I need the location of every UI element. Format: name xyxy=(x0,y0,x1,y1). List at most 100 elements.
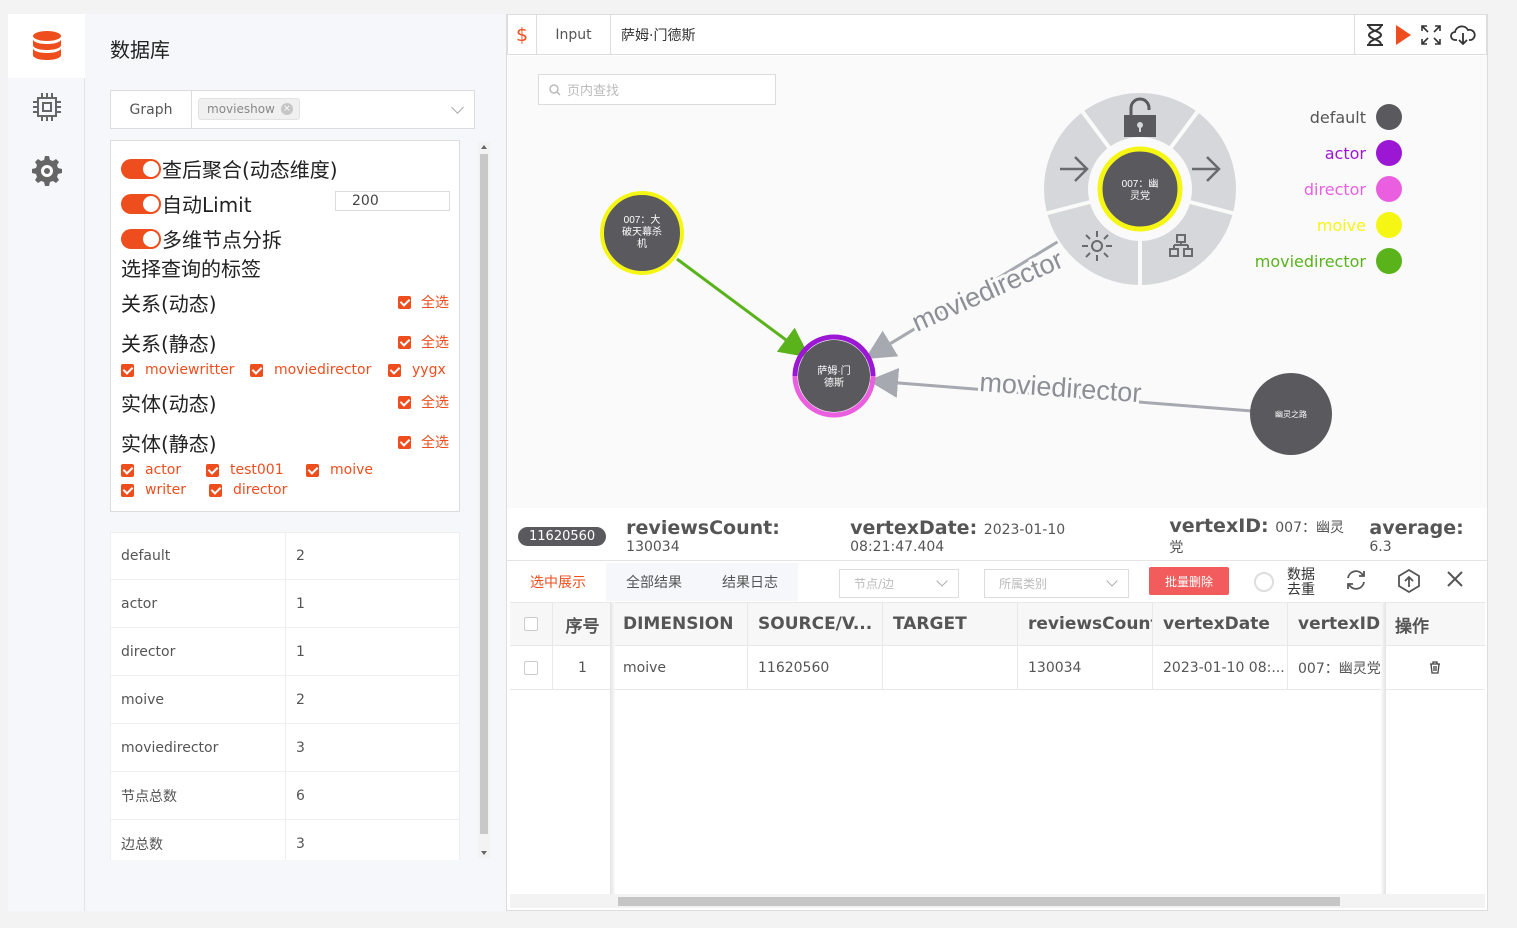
count-value: 2 xyxy=(296,691,305,708)
checkbox[interactable] xyxy=(206,463,219,477)
panel-scrollbar[interactable] xyxy=(478,142,490,858)
toggle-aggregate[interactable]: 查后聚合(动态维度) xyxy=(121,154,338,183)
close-icon[interactable]: × xyxy=(280,103,293,115)
legend-label: default xyxy=(1309,107,1366,127)
graph-label: Graph xyxy=(111,91,192,128)
node-label: 007：大 xyxy=(624,213,661,226)
node-director[interactable]: 萨姆·门 德斯 xyxy=(792,334,876,418)
checkbox[interactable] xyxy=(209,483,222,497)
checkbox[interactable] xyxy=(398,395,411,409)
split-switch[interactable] xyxy=(121,228,161,249)
scroll-thumb[interactable] xyxy=(480,154,488,834)
node-radial-menu[interactable]: 007：幽 灵党 xyxy=(1042,91,1238,287)
col-header[interactable]: vertexID xyxy=(1288,603,1385,645)
table-row[interactable]: 1 moive 11620560 130034 2023-01-10 08:..… xyxy=(510,646,1485,690)
detail-reviews: reviewsCount: 130034 xyxy=(626,517,780,555)
checkbox[interactable] xyxy=(398,295,411,309)
toggle-auto-limit[interactable]: 自动Limit xyxy=(121,189,252,218)
database-nav[interactable] xyxy=(8,14,85,78)
row-checkbox[interactable] xyxy=(524,660,538,675)
node-edge-select[interactable]: 节点/边 xyxy=(839,569,959,598)
query-input[interactable]: 萨姆·门德斯 xyxy=(611,15,1355,54)
result-table: 序号 DIMENSION SOURCE/V... TARGET reviewsC… xyxy=(510,602,1485,690)
refresh-icon[interactable] xyxy=(1345,569,1367,591)
node-detail: 11620560 reviewsCount: 130034 vertexDate… xyxy=(507,512,1487,560)
checkbox[interactable] xyxy=(121,463,134,477)
table-row: 节点总数 6 xyxy=(110,772,460,820)
legend-moive[interactable]: moive xyxy=(1317,212,1402,238)
input-tab[interactable]: Input xyxy=(537,15,611,54)
auto-limit-switch[interactable] xyxy=(121,193,161,214)
count-key: default xyxy=(111,533,286,579)
graph-select[interactable]: Graph movieshow × xyxy=(110,90,475,129)
close-icon[interactable] xyxy=(1445,569,1465,589)
node-id-badge: 11620560 xyxy=(518,526,607,546)
dedup-toggle[interactable] xyxy=(1254,572,1274,592)
upload-hex-icon[interactable] xyxy=(1397,569,1421,593)
tab-result-log[interactable]: 结果日志 xyxy=(702,563,798,601)
limit-input[interactable]: 200 xyxy=(335,191,450,211)
run-icon[interactable] xyxy=(1394,24,1412,46)
checkbox[interactable] xyxy=(121,483,134,497)
col-header[interactable]: 序号 xyxy=(553,603,613,645)
hourglass-icon[interactable] xyxy=(1365,23,1385,46)
checkbox[interactable] xyxy=(250,363,263,377)
legend-actor[interactable]: actor xyxy=(1325,140,1402,166)
toggle-split[interactable]: 多维节点分拆 xyxy=(121,224,282,253)
ent-static-select-all[interactable]: 全选 xyxy=(398,432,449,452)
col-header[interactable]: SOURCE/V... xyxy=(748,603,883,645)
col-header[interactable]: DIMENSION xyxy=(613,603,748,645)
ent-actor[interactable]: actor xyxy=(121,462,181,478)
legend-director[interactable]: director xyxy=(1304,176,1402,202)
table-hscrollbar[interactable] xyxy=(510,894,1485,908)
edge-green[interactable] xyxy=(676,257,810,358)
hscroll-thumb[interactable] xyxy=(618,897,1340,906)
tab-selected[interactable]: 选中展示 xyxy=(510,563,606,601)
query-dollar[interactable]: $ xyxy=(508,15,537,54)
select-all-label: 全选 xyxy=(421,335,449,351)
scroll-down-icon[interactable] xyxy=(481,851,487,855)
legend-moviedirector[interactable]: moviedirector xyxy=(1255,248,1402,274)
checkbox[interactable] xyxy=(398,435,411,449)
checkbox[interactable] xyxy=(388,363,401,377)
rel-label: moviewritter xyxy=(145,362,235,378)
cell: 11620560 xyxy=(748,646,883,689)
ent-moive[interactable]: moive xyxy=(306,462,373,478)
settings-nav[interactable] xyxy=(8,154,85,188)
col-header[interactable]: TARGET xyxy=(883,603,1018,645)
checkbox[interactable] xyxy=(306,463,319,477)
rel-static-select-all[interactable]: 全选 xyxy=(398,332,449,352)
count-key: director xyxy=(111,628,286,675)
rel-dynamic-select-all[interactable]: 全选 xyxy=(398,292,449,312)
select-all-checkbox[interactable] xyxy=(524,617,538,631)
table-row: moviedirector 3 xyxy=(110,724,460,772)
category-select[interactable]: 所属类别 xyxy=(984,569,1129,598)
select-placeholder: 所属类别 xyxy=(999,577,1048,591)
ent-director[interactable]: director xyxy=(209,482,287,498)
col-header[interactable]: reviewsCount xyxy=(1018,603,1153,645)
rel-yygx[interactable]: yygx xyxy=(388,362,446,378)
tab-all-results[interactable]: 全部结果 xyxy=(606,563,702,601)
legend-default[interactable]: default xyxy=(1310,104,1402,130)
checkbox[interactable] xyxy=(121,363,134,377)
cloud-download-icon[interactable] xyxy=(1449,24,1476,46)
batch-delete-button[interactable]: 批量删除 xyxy=(1149,567,1229,595)
graph-canvas[interactable]: 页内查找 moviedirector moviedirector 007：大 破… xyxy=(507,56,1487,508)
fullscreen-icon[interactable] xyxy=(1421,24,1441,45)
rel-moviewritter[interactable]: moviewritter xyxy=(121,362,234,378)
col-header[interactable]: vertexDate xyxy=(1153,603,1288,645)
rel-moviedirector[interactable]: moviedirector xyxy=(250,362,371,378)
node-movie-a[interactable]: 007：大 破天幕杀 机 xyxy=(600,191,684,275)
ent-dynamic-select-all[interactable]: 全选 xyxy=(398,392,449,412)
graph-tag[interactable]: movieshow × xyxy=(198,98,300,120)
trash-icon[interactable] xyxy=(1429,661,1441,674)
ent-test001[interactable]: test001 xyxy=(206,462,284,478)
checkbox[interactable] xyxy=(398,335,411,349)
node-label: 萨姆·门 xyxy=(817,364,850,377)
scroll-up-icon[interactable] xyxy=(481,145,487,149)
chip-nav[interactable] xyxy=(8,92,85,122)
aggregate-switch[interactable] xyxy=(121,158,161,179)
ent-writer[interactable]: writer xyxy=(121,482,186,498)
chevron-down-icon[interactable] xyxy=(451,101,464,114)
node-movie-right[interactable]: 幽灵之路 xyxy=(1250,373,1332,455)
